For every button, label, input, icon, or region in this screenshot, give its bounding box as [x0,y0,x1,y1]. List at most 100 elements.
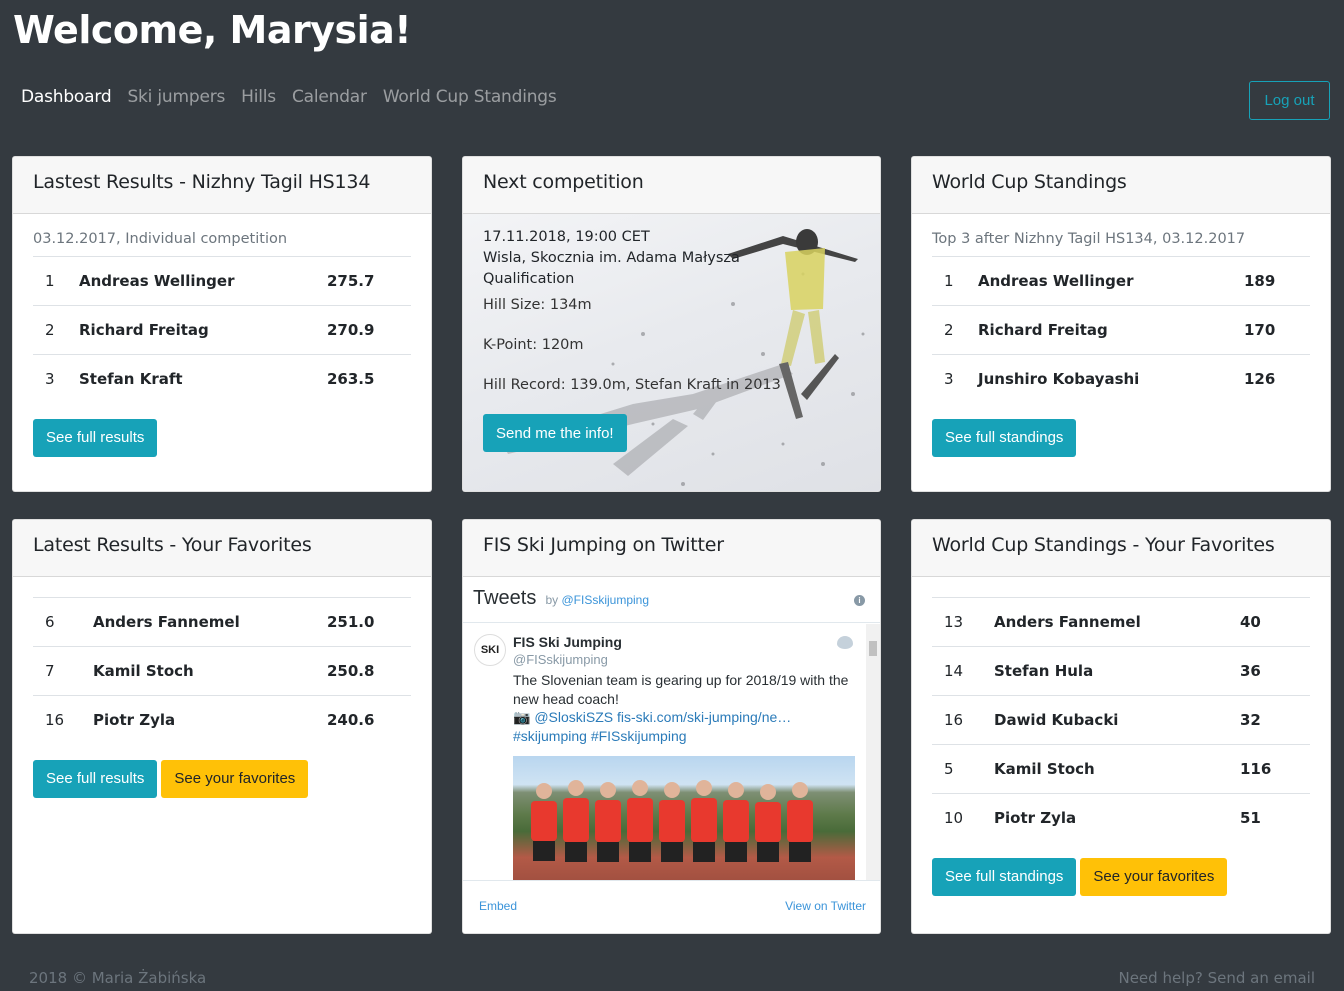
nav-hills[interactable]: Hills [241,87,276,107]
rank-cell: 1 [33,256,79,306]
results-table: 1 Andreas Wellinger 275.7 2 Richard Frei… [33,256,411,404]
name-cell[interactable]: Stefan Hula [994,646,1240,696]
rank-cell: 3 [932,354,978,404]
view-on-twitter-link[interactable]: View on Twitter [785,899,866,913]
table-row: 1 Andreas Wellinger 275.7 [33,256,411,306]
scrollbar-thumb[interactable] [869,641,877,656]
table-row: 2 Richard Freitag 170 [932,305,1310,355]
name-cell[interactable]: Richard Freitag [79,305,327,355]
favorite-results-card: Latest Results - Your Favorites 6 Anders… [12,519,432,934]
table-row: 7 Kamil Stoch 250.8 [33,646,411,696]
competition-date: 17.11.2018, 19:00 CET [483,229,650,245]
nav-dashboard[interactable]: Dashboard [21,87,112,107]
twitter-bird-icon [837,636,853,649]
tweet-hashtags[interactable]: #skijumping #FISskijumping [513,728,687,744]
name-cell[interactable]: Anders Fannemel [994,597,1240,647]
points-cell: 40 [1240,597,1310,647]
tweets-title: Tweets [473,587,537,609]
twitter-handle-link[interactable]: @FISskijumping [561,593,649,607]
name-cell[interactable]: Anders Fannemel [93,597,327,647]
points-cell: 189 [1244,256,1310,306]
k-point: K-Point: 120m [483,337,584,353]
rank-cell: 2 [932,305,978,355]
points-cell: 32 [1240,695,1310,745]
tweet-body: The Slovenian team is gearing up for 201… [513,672,849,707]
nav-calendar[interactable]: Calendar [292,87,367,107]
fis-logo-avatar[interactable]: SKI [474,634,506,666]
twitter-widget: Tweets by @FISskijumping i SKI FIS Ski J… [463,577,880,933]
rank-cell: 6 [33,597,93,647]
name-cell[interactable]: Junshiro Kobayashi [978,354,1244,404]
tweet-feed[interactable]: SKI FIS Ski Jumping @FISskijumping The S… [463,624,880,881]
nav-ski-jumpers[interactable]: Ski jumpers [127,87,225,107]
footer-help-link[interactable]: Need help? Send an email [1118,969,1315,987]
favorite-results-table: 6 Anders Fannemel 251.0 7 Kamil Stoch 25… [33,597,411,745]
tweet-link[interactable]: @SloskiSZS fis-ski.com/ski-jumping/ne… [534,709,791,725]
standings-card: World Cup Standings Top 3 after Nizhny T… [911,156,1331,492]
name-cell[interactable]: Andreas Wellinger [978,256,1244,306]
hill-size: Hill Size: 134m [483,297,592,313]
twitter-card: FIS Ski Jumping on Twitter Tweets by @FI… [462,519,881,934]
points-cell: 275.7 [327,256,411,306]
next-competition-card: Next competition 17.11.2018, 19:00 CET W… [462,156,881,492]
rank-cell: 2 [33,305,79,355]
competition-details: 17.11.2018, 19:00 CET Wisla, Skocznia im… [483,227,740,290]
competition-venue: Wisla, Skocznia im. Adama Małysza [483,250,740,266]
twitter-widget-header: Tweets by @FISskijumping i [463,577,880,623]
table-row: 6 Anders Fannemel 251.0 [33,597,411,647]
tweet-scrollbar[interactable] [866,624,880,880]
see-full-results-button[interactable]: See full results [33,418,158,457]
name-cell[interactable]: Kamil Stoch [93,646,327,696]
info-icon[interactable]: i [854,595,865,606]
name-cell[interactable]: Andreas Wellinger [79,256,327,306]
send-info-button[interactable]: Send me the info! [483,414,627,452]
see-full-results-button[interactable]: See full results [33,759,158,798]
table-row: 16 Dawid Kubacki 32 [932,695,1310,745]
rank-cell: 5 [932,744,994,794]
table-row: 16 Piotr Zyla 240.6 [33,695,411,745]
rank-cell: 3 [33,354,79,404]
rank-cell: 10 [932,793,994,843]
favorite-standings-card: World Cup Standings - Your Favorites 13 … [911,519,1331,934]
rank-cell: 1 [932,256,978,306]
name-cell[interactable]: Piotr Zyla [93,695,327,745]
table-row: 1 Andreas Wellinger 189 [932,256,1310,306]
camera-icon: 📷 [513,709,531,725]
table-row: 3 Junshiro Kobayashi 126 [932,354,1310,404]
points-cell: 263.5 [327,354,411,404]
points-cell: 251.0 [327,597,411,647]
card-header: Next competition [463,157,880,214]
competition-type: Qualification [483,271,575,287]
points-cell: 51 [1240,793,1310,843]
nav-world-cup-standings[interactable]: World Cup Standings [383,87,557,107]
card-header: World Cup Standings - Your Favorites [912,520,1330,577]
card-header: Latest Results - Your Favorites [13,520,431,577]
tweet-author-handle[interactable]: @FISskijumping [513,652,608,667]
table-row: 2 Richard Freitag 270.9 [33,305,411,355]
embed-link[interactable]: Embed [479,899,517,913]
card-subtitle: Top 3 after Nizhny Tagil HS134, 03.12.20… [932,231,1246,247]
see-full-standings-button[interactable]: See full standings [932,857,1077,896]
name-cell[interactable]: Richard Freitag [978,305,1244,355]
tweet-author-name[interactable]: FIS Ski Jumping [513,634,622,650]
latest-results-card: Lastest Results - Nizhny Tagil HS134 03.… [12,156,432,492]
name-cell[interactable]: Piotr Zyla [994,793,1240,843]
see-favorites-button[interactable]: See your favorites [161,759,309,798]
table-row: 3 Stefan Kraft 263.5 [33,354,411,404]
card-subtitle: 03.12.2017, Individual competition [33,231,288,247]
card-header: Lastest Results - Nizhny Tagil HS134 [13,157,431,214]
main-nav: Dashboard Ski jumpers Hills Calendar Wor… [21,87,557,107]
team-photo [531,780,813,862]
hill-record: Hill Record: 139.0m, Stefan Kraft in 201… [483,377,781,393]
card-header: FIS Ski Jumping on Twitter [463,520,880,577]
logout-button[interactable]: Log out [1249,81,1330,120]
rank-cell: 14 [932,646,994,696]
see-full-standings-button[interactable]: See full standings [932,418,1077,457]
tweet-photo[interactable] [513,756,855,880]
name-cell[interactable]: Kamil Stoch [994,744,1240,794]
standings-table: 1 Andreas Wellinger 189 2 Richard Freita… [932,256,1310,404]
name-cell[interactable]: Stefan Kraft [79,354,327,404]
name-cell[interactable]: Dawid Kubacki [994,695,1240,745]
see-favorites-button[interactable]: See your favorites [1080,857,1228,896]
points-cell: 116 [1240,744,1310,794]
